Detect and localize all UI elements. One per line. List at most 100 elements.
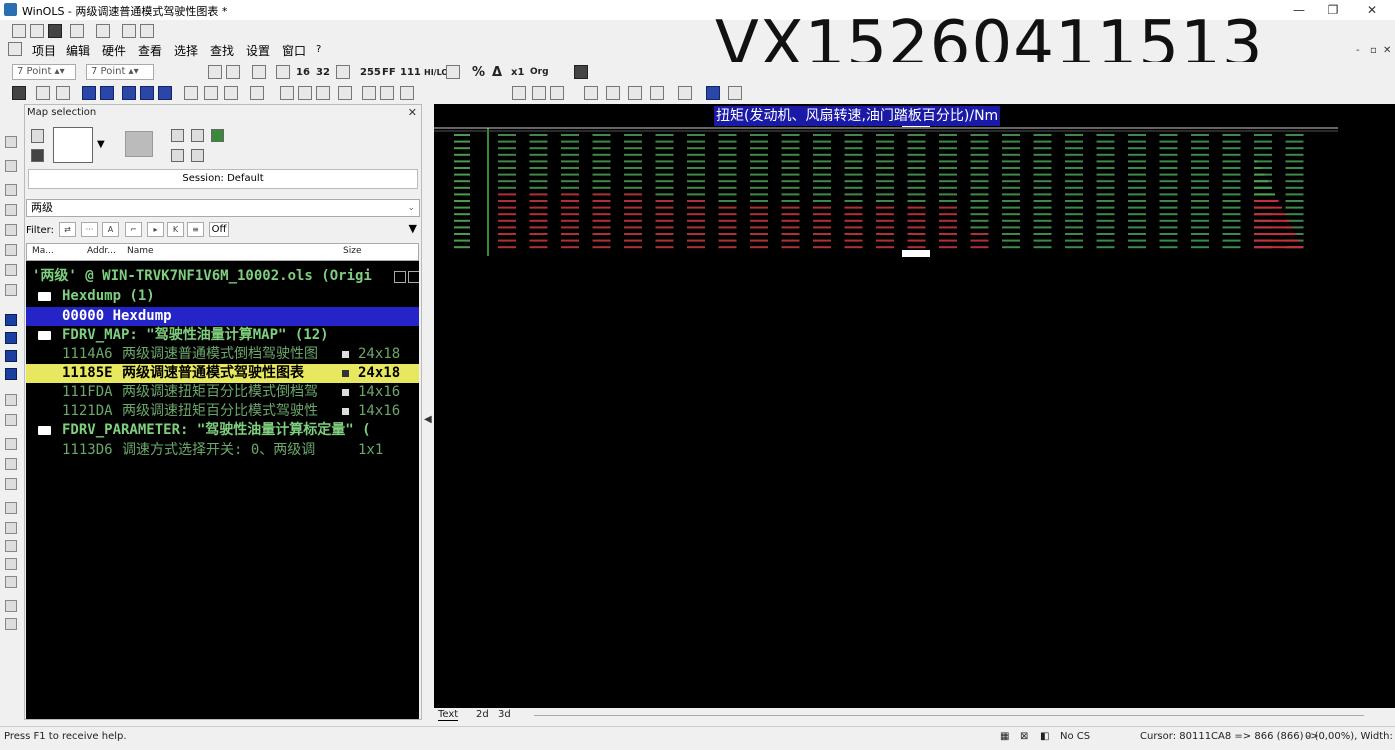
map-cell[interactable] xyxy=(939,153,957,156)
map-cell[interactable] xyxy=(844,219,863,222)
map-cell[interactable] xyxy=(781,167,800,169)
map-cell[interactable] xyxy=(1191,167,1209,169)
map-cell[interactable] xyxy=(876,147,894,150)
map-cell[interactable] xyxy=(1096,206,1115,209)
map-cell[interactable] xyxy=(781,193,800,196)
map-cell[interactable] xyxy=(844,147,863,150)
map-cell[interactable] xyxy=(498,186,516,189)
insert-icon-2[interactable] xyxy=(5,522,17,534)
map-cell[interactable] xyxy=(687,213,705,216)
map-cell[interactable] xyxy=(781,173,800,176)
map-cell[interactable] xyxy=(844,167,863,169)
map-cell[interactable] xyxy=(939,226,957,229)
map-cell[interactable] xyxy=(844,206,863,209)
factor-x1-button[interactable]: x1 xyxy=(511,67,524,78)
float-icon[interactable] xyxy=(336,65,350,79)
map-cell[interactable] xyxy=(1033,200,1052,202)
map-cell[interactable] xyxy=(1065,147,1083,150)
map-cell[interactable] xyxy=(1096,213,1115,216)
filter-dropdown-arrow-icon[interactable]: ▼ xyxy=(409,222,417,235)
map-cell[interactable] xyxy=(561,180,579,183)
map-cell[interactable] xyxy=(970,213,989,216)
map-cell[interactable] xyxy=(561,193,579,196)
map-cell[interactable] xyxy=(1002,226,1020,229)
map-cell[interactable] xyxy=(1159,239,1178,242)
map-cell[interactable] xyxy=(718,233,737,235)
map-cell[interactable] xyxy=(907,140,926,143)
save-as-icon[interactable] xyxy=(70,24,84,38)
map-cell[interactable] xyxy=(1191,180,1209,183)
map-cell[interactable] xyxy=(1191,193,1209,196)
map-cell[interactable] xyxy=(907,180,926,183)
map-cell[interactable] xyxy=(781,200,800,202)
map-cell[interactable] xyxy=(750,193,768,196)
columns-icon[interactable] xyxy=(728,86,742,100)
map-cell[interactable] xyxy=(939,160,957,163)
tree-item-hexdump[interactable]: 00000 Hexdump xyxy=(26,307,419,326)
map-cell[interactable] xyxy=(1222,206,1241,209)
map-cell[interactable] xyxy=(1191,147,1209,150)
map-cell[interactable] xyxy=(1159,167,1178,169)
session-label[interactable]: Session: Default xyxy=(28,169,418,189)
map-cell[interactable] xyxy=(1033,193,1052,196)
select-all-icon[interactable] xyxy=(706,86,720,100)
map-cell[interactable] xyxy=(844,180,863,183)
map-cell[interactable] xyxy=(1128,193,1146,196)
new-file-icon[interactable] xyxy=(12,24,26,38)
map-cell[interactable] xyxy=(624,180,642,183)
map-cell[interactable] xyxy=(781,180,800,183)
map-cell[interactable] xyxy=(1096,160,1115,163)
map-cell[interactable] xyxy=(1096,233,1115,235)
map-cell[interactable] xyxy=(561,147,579,150)
map-cell[interactable] xyxy=(592,180,611,183)
filter-select-icon[interactable]: ⌐ xyxy=(125,222,142,237)
map-cell[interactable] xyxy=(592,193,611,196)
decimal-255-button[interactable]: 255 xyxy=(360,67,381,78)
map-cell[interactable] xyxy=(655,239,674,242)
map-cell[interactable] xyxy=(1065,173,1083,176)
map-cell[interactable] xyxy=(844,193,863,196)
map-cell[interactable] xyxy=(970,173,989,176)
map-cell[interactable] xyxy=(876,213,894,216)
map-cell[interactable] xyxy=(1128,206,1146,209)
map-cell[interactable] xyxy=(1191,134,1209,136)
menu-select[interactable]: 选择 xyxy=(174,42,198,59)
map-cell[interactable] xyxy=(1285,206,1304,209)
map-cell[interactable] xyxy=(813,180,831,183)
arrow-left-icon[interactable] xyxy=(280,86,294,100)
map-cell[interactable] xyxy=(970,193,989,196)
map-cell[interactable] xyxy=(750,153,768,156)
map-cell[interactable] xyxy=(718,173,737,176)
map-cell[interactable] xyxy=(1222,140,1241,143)
map-cell[interactable] xyxy=(750,167,768,169)
map-cell[interactable] xyxy=(1191,213,1209,216)
map-cell[interactable] xyxy=(718,206,737,209)
tools-icon[interactable] xyxy=(96,24,110,38)
map-cell[interactable] xyxy=(1159,213,1178,216)
map-cell[interactable] xyxy=(592,173,611,176)
map-cell[interactable] xyxy=(498,226,516,229)
map-cell[interactable] xyxy=(529,153,548,156)
map-cell[interactable] xyxy=(1191,239,1209,242)
map-cell[interactable] xyxy=(844,186,863,189)
map-cell[interactable] xyxy=(561,226,579,229)
sum-icon[interactable] xyxy=(5,600,17,612)
tree-folder-hexdump[interactable]: Hexdump (1) xyxy=(26,287,419,306)
map-list-icon[interactable] xyxy=(122,86,136,100)
open-project-icon[interactable] xyxy=(53,127,93,163)
map-cell[interactable] xyxy=(1033,140,1052,143)
map-cell[interactable] xyxy=(876,233,894,235)
map-cell[interactable] xyxy=(498,200,516,202)
map-cell[interactable] xyxy=(1096,246,1115,249)
map-cell[interactable] xyxy=(844,213,863,216)
map-cell[interactable] xyxy=(592,160,611,163)
map-cell[interactable] xyxy=(655,134,674,136)
map-cell[interactable] xyxy=(1285,147,1304,150)
map-cell[interactable] xyxy=(561,206,579,209)
map-cell[interactable] xyxy=(1159,226,1178,229)
view-mode-icon-2[interactable] xyxy=(5,332,17,344)
view-mode-icon-3[interactable] xyxy=(5,350,17,362)
map-cell[interactable] xyxy=(1065,193,1083,196)
insert-icon-3[interactable] xyxy=(5,540,17,552)
map-cell[interactable] xyxy=(813,173,831,176)
